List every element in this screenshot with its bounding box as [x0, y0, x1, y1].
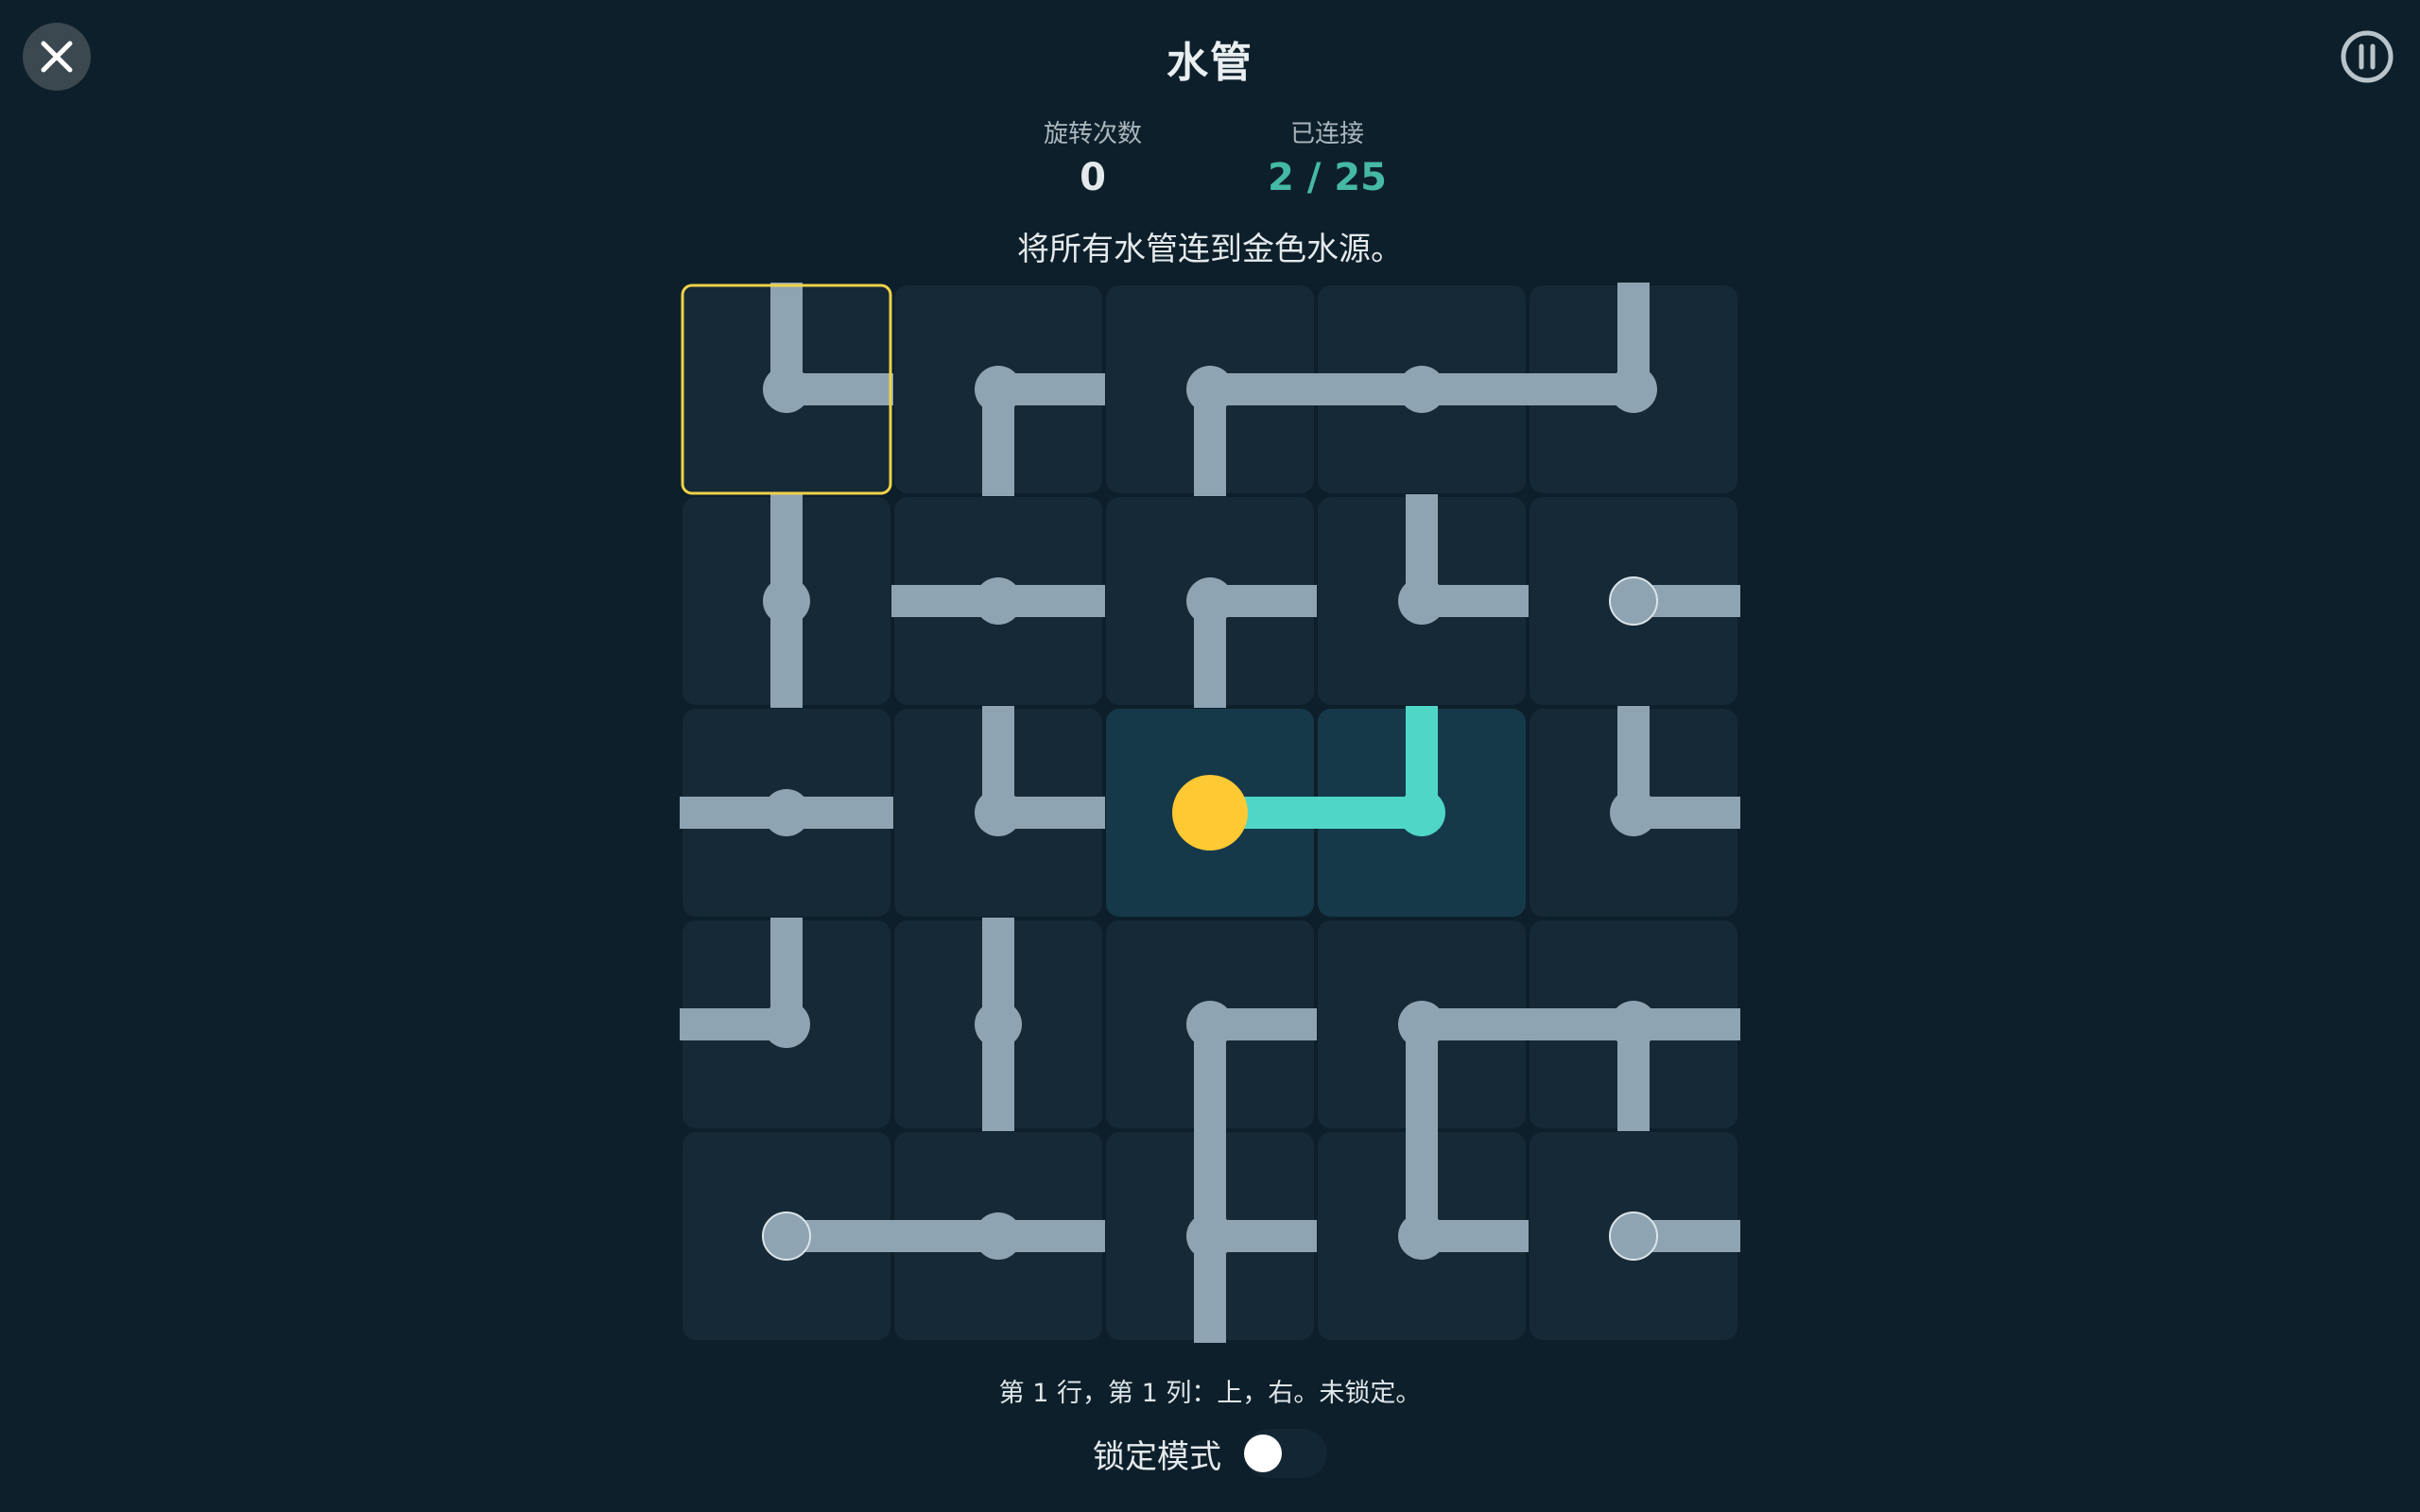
rotations-stat: 旋转次数 0: [1036, 115, 1150, 202]
connected-value: 2 / 25: [1268, 156, 1387, 199]
pipe-joint: [1398, 366, 1445, 413]
pipe-joint: [1398, 1212, 1445, 1260]
rotations-value: 0: [1080, 156, 1106, 199]
pipe-joint: [1610, 789, 1657, 836]
pipe-joint: [1398, 789, 1445, 836]
pipe-endpoint: [1609, 576, 1658, 626]
toggle-knob: [1244, 1435, 1282, 1472]
rotations-label: 旋转次数: [1043, 120, 1142, 148]
pipe-endpoint: [762, 1211, 811, 1261]
pause-button[interactable]: [2337, 26, 2397, 87]
pipe-joint: [1186, 1001, 1234, 1048]
pipe-joint: [763, 1001, 810, 1048]
pipe-joint: [975, 1001, 1022, 1048]
instruction-text: 将所有水管连到金色水源。: [1017, 231, 1403, 268]
pipe-joint: [763, 366, 810, 413]
water-source: [1172, 775, 1248, 850]
pipe-joint: [763, 789, 810, 836]
pipe-joint: [1610, 1001, 1657, 1048]
pipe-joint: [1398, 1001, 1445, 1048]
pipe-joint: [1610, 366, 1657, 413]
pipe-joint: [975, 366, 1022, 413]
page-title: 水管: [1167, 39, 1253, 87]
pipe-board: [680, 283, 1740, 1343]
pipe-joint: [975, 577, 1022, 625]
connected-stat: 已连接 2 / 25: [1268, 115, 1387, 202]
pipe-joint: [975, 1212, 1022, 1260]
pipe-joint: [1186, 366, 1234, 413]
pipe-joint: [1186, 577, 1234, 625]
connected-label: 已连接: [1289, 120, 1364, 148]
lock-mode-toggle[interactable]: [1244, 1429, 1327, 1478]
pipe-grid: [680, 283, 1740, 1343]
pipe-joint: [975, 789, 1022, 836]
lock-mode-label: 锁定模式: [1093, 1437, 1221, 1476]
stats-bar: 旋转次数 0 已连接 2 / 25: [0, 115, 2420, 202]
cell-status: 第 1 行，第 1 列：上，右。未锁定。: [998, 1379, 1422, 1408]
game-screen: 水管 旋转次数 0 已连接 2 / 25 将所有水管连到金色水源。 第 1 行，…: [0, 0, 2420, 1512]
pipe-joint: [763, 577, 810, 625]
lock-mode-row: 锁定模式: [0, 1429, 2420, 1478]
pipe-endpoint: [1609, 1211, 1658, 1261]
pause-icon: [2341, 30, 2394, 83]
pipe-joint: [1398, 577, 1445, 625]
pipe-joint: [1186, 1212, 1234, 1260]
